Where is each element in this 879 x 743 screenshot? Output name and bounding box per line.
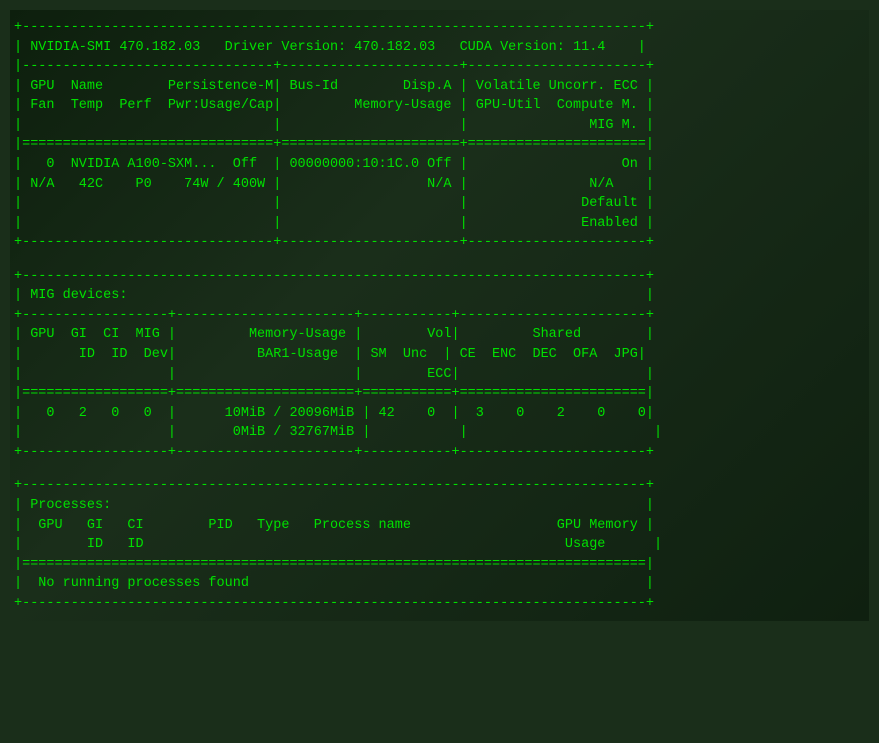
mig-header-separator: |==================+====================… — [14, 384, 865, 404]
header-row-2: | Fan Temp Perf Pwr:Usage/Cap| Memory-Us… — [14, 96, 865, 116]
mig-section-top: +---------------------------------------… — [14, 267, 865, 287]
mig-data-row-2: | | 0MiB / 32767MiB | | | — [14, 423, 865, 443]
border-bottom-1: +-------------------------------+-------… — [14, 233, 865, 253]
processes-header-row-2: | ID ID Usage | — [14, 535, 865, 555]
processes-separator: |=======================================… — [14, 555, 865, 575]
processes-header-row-1: | GPU GI CI PID Type Process name GPU Me… — [14, 516, 865, 536]
mig-section-bottom: +------------------+--------------------… — [14, 443, 865, 463]
gpu-row-2: | N/A 42C P0 74W / 400W | N/A | N/A | — [14, 175, 865, 195]
header-divider-1: |-------------------------------+-------… — [14, 57, 865, 77]
nvidia-smi-version: | NVIDIA-SMI 470.182.03 Driver Version: … — [14, 38, 865, 58]
gpu-row-3: | | | Default | — [14, 194, 865, 214]
mig-data-row-1: | 0 2 0 0 | 10MiB / 20096MiB | 42 0 | 3 … — [14, 404, 865, 424]
gpu-row-4: | | | Enabled | — [14, 214, 865, 234]
header-row-1: | GPU Name Persistence-M| Bus-Id Disp.A … — [14, 77, 865, 97]
processes-no-running: | No running processes found | — [14, 574, 865, 594]
mig-section-title: | MIG devices: | — [14, 286, 865, 306]
header-separator: |===============================+=======… — [14, 135, 865, 155]
mig-header-row-2: | ID ID Dev| BAR1-Usage | SM Unc | CE EN… — [14, 345, 865, 365]
processes-section-top: +---------------------------------------… — [14, 476, 865, 496]
gpu-row-1: | 0 NVIDIA A100-SXM... Off | 00000000:10… — [14, 155, 865, 175]
processes-section-bottom: +---------------------------------------… — [14, 594, 865, 614]
processes-title: | Processes: | — [14, 496, 865, 516]
terminal-output: +---------------------------------------… — [10, 10, 869, 621]
border-top: +---------------------------------------… — [14, 18, 865, 38]
mig-header-divider: +------------------+--------------------… — [14, 306, 865, 326]
mig-header-row-3: | | | ECC| | — [14, 365, 865, 385]
mig-header-row-1: | GPU GI CI MIG | Memory-Usage | Vol| Sh… — [14, 325, 865, 345]
header-row-3: | | | MIG M. | — [14, 116, 865, 136]
